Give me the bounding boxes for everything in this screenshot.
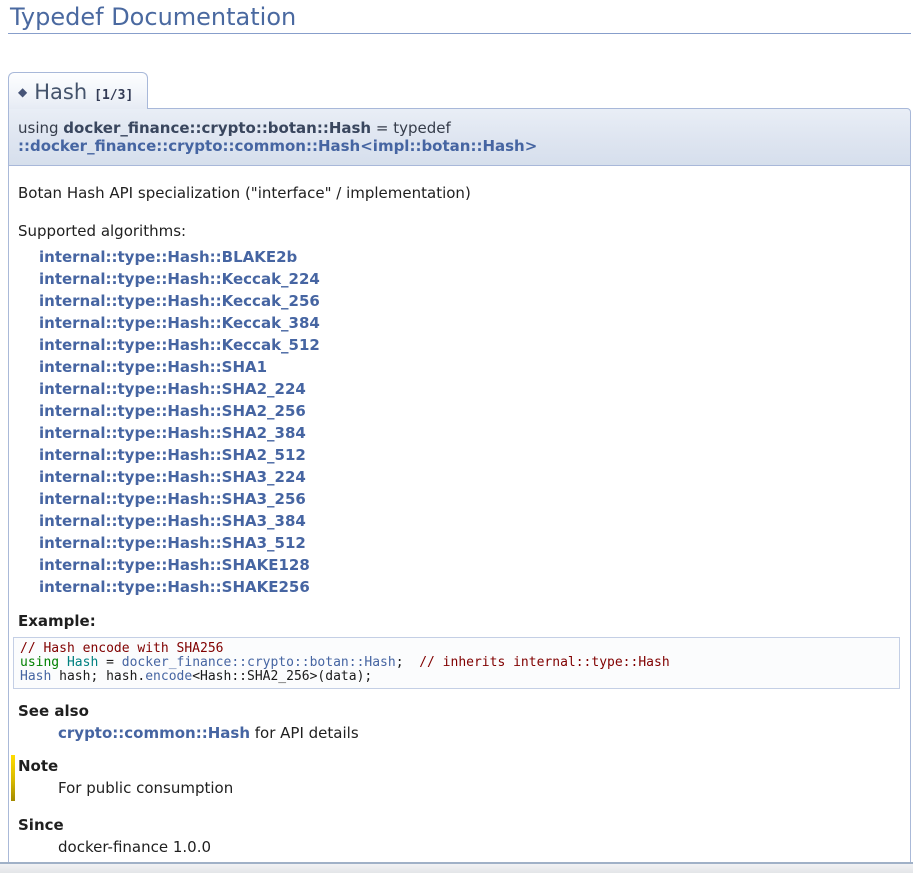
algorithm-link[interactable]: internal::type::Hash::SHA3_224 (39, 466, 900, 488)
code-text: <Hash::SHA2_256>(data); (192, 669, 372, 684)
code-line: Hash hash; hash.encode<Hash::SHA2_256>(d… (20, 670, 893, 684)
algorithm-link[interactable]: internal::type::Hash::Keccak_384 (39, 312, 900, 334)
algorithm-link[interactable]: internal::type::Hash::Keccak_512 (39, 334, 900, 356)
see-also-heading: See also (18, 702, 900, 720)
typedef-documentation-section: Typedef Documentation ◆ Hash [1/3] using d… (0, 0, 913, 867)
code-text: hash; hash. (51, 669, 145, 684)
proto-target-type-link[interactable]: ::docker_finance::crypto::common::Hash<i… (18, 137, 537, 155)
page-footer-divider (0, 862, 913, 873)
note-heading: Note (18, 757, 900, 775)
permalink-diamond-icon[interactable]: ◆ (18, 85, 27, 99)
algorithm-list: internal::type::Hash::BLAKE2b internal::… (39, 246, 900, 598)
page-title: Typedef Documentation (8, 0, 911, 34)
algorithm-link[interactable]: internal::type::Hash::BLAKE2b (39, 246, 900, 268)
code-text: = (98, 655, 121, 670)
since-text: docker-finance 1.0.0 (58, 838, 900, 856)
proto-qualified-name: docker_finance::crypto::botan::Hash (63, 119, 371, 137)
algorithm-link[interactable]: internal::type::Hash::SHA1 (39, 356, 900, 378)
algorithm-link[interactable]: internal::type::Hash::SHA3_384 (39, 510, 900, 532)
see-also-text: for API details (250, 724, 359, 742)
code-keyword: using (20, 655, 59, 670)
code-type-link[interactable]: Hash (20, 669, 51, 684)
proto-using-keyword: using (18, 119, 63, 137)
see-also-content: crypto::common::Hash for API details (58, 724, 900, 742)
code-text: ; (396, 655, 419, 670)
code-type-link[interactable]: docker_finance::crypto::botan::Hash (122, 655, 396, 670)
code-line: using Hash = docker_finance::crypto::bot… (20, 656, 893, 670)
member-prototype: using docker_finance::crypto::botan::Has… (8, 108, 911, 166)
see-also-link[interactable]: crypto::common::Hash (58, 724, 250, 742)
member-name: Hash (34, 80, 87, 104)
member-documentation: Botan Hash API specialization ("interfac… (8, 166, 911, 867)
algorithm-link[interactable]: internal::type::Hash::SHAKE128 (39, 554, 900, 576)
algorithm-link[interactable]: internal::type::Hash::SHAKE256 (39, 576, 900, 598)
since-heading: Since (18, 816, 900, 834)
member-description: Botan Hash API specialization ("interfac… (18, 168, 900, 202)
since-section: Since docker-finance 1.0.0 (18, 816, 900, 856)
code-comment: // Hash encode with SHA256 (20, 641, 224, 656)
code-block: // Hash encode with SHA256 using Hash = … (13, 637, 900, 689)
algorithm-link[interactable]: internal::type::Hash::SHA3_512 (39, 532, 900, 554)
code-comment: // inherits internal::type::Hash (419, 655, 669, 670)
see-also-section: See also crypto::common::Hash for API de… (18, 702, 900, 742)
member-item-hash: ◆Hash[1/3] using docker_finance::crypto:… (8, 34, 911, 867)
proto-typedef-equals: = typedef (371, 119, 451, 137)
member-title-tab: ◆ Hash [1/3] (8, 72, 148, 109)
algorithm-link[interactable]: internal::type::Hash::SHA2_384 (39, 422, 900, 444)
algorithm-link[interactable]: internal::type::Hash::Keccak_256 (39, 290, 900, 312)
code-text (59, 655, 67, 670)
algorithms-heading: Supported algorithms: (18, 202, 900, 240)
note-text: For public consumption (58, 779, 900, 797)
algorithm-link[interactable]: internal::type::Hash::SHA2_256 (39, 400, 900, 422)
algorithm-link[interactable]: internal::type::Hash::Keccak_224 (39, 268, 900, 290)
algorithm-link[interactable]: internal::type::Hash::SHA2_224 (39, 378, 900, 400)
algorithm-link[interactable]: internal::type::Hash::SHA3_256 (39, 488, 900, 510)
code-line: // Hash encode with SHA256 (20, 642, 893, 656)
example-heading: Example: (18, 612, 900, 630)
algorithm-link[interactable]: internal::type::Hash::SHA2_512 (39, 444, 900, 466)
member-overload-index: [1/3] (94, 88, 133, 103)
note-section: Note For public consumption (11, 755, 900, 801)
code-method-link[interactable]: encode (145, 669, 192, 684)
code-alias: Hash (67, 655, 98, 670)
